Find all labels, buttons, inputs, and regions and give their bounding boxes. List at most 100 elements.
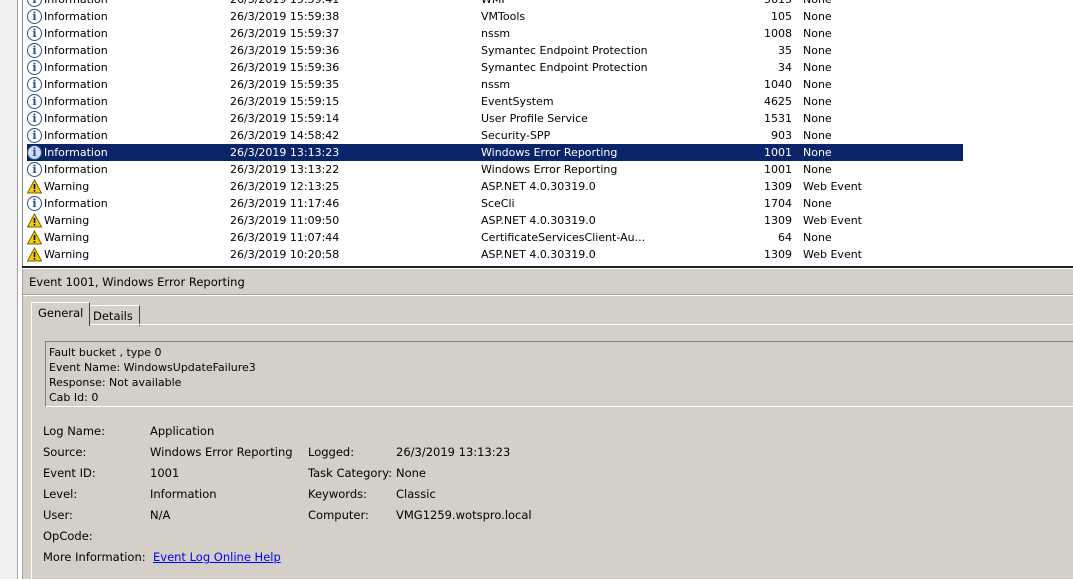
event-task-category: None [803,163,832,176]
information-icon: i [27,9,42,24]
event-level: Information [44,44,108,57]
event-source: Symantec Endpoint Protection [481,61,648,74]
event-date: 26/3/2019 11:17:46 [230,197,340,210]
description-line: Event Name: WindowsUpdateFailure3 [49,361,256,374]
value-event-id: 1001 [150,466,180,480]
event-row[interactable]: i Information 26/3/2019 13:13:22 Windows Er… [23,161,1073,178]
tab-general[interactable]: General [31,302,91,326]
value-task-category: None [396,466,427,480]
event-id: 64 [778,231,792,244]
value-source: Windows Error Reporting [150,445,293,459]
event-date: 26/3/2019 15:59:36 [230,44,340,57]
event-source: ASP.NET 4.0.30319.0 [481,248,596,261]
event-source: nssm [481,78,511,91]
event-level: Information [44,95,108,108]
event-task-category: None [803,95,832,108]
event-task-category: Web Event [803,214,862,227]
label-user: User: [43,508,73,522]
event-row[interactable]: i Information 26/3/2019 15:59:38 VMTools 105… [23,8,1073,25]
event-id: 1531 [764,112,792,125]
event-row[interactable]: Warning 26/3/2019 11:07:44 CertificateServ… [23,229,1073,246]
event-task-category: Web Event [803,180,862,193]
information-icon: i [27,26,42,41]
event-level: Information [44,112,108,125]
label-source: Source: [43,445,87,459]
event-date: 26/3/2019 15:59:36 [230,61,340,74]
event-task-category: None [803,231,832,244]
event-row[interactable]: i Information 26/3/2019 11:17:46 SceCli 1704… [23,195,1073,212]
event-row[interactable]: i Information 26/3/2019 15:59:36 Symantec E… [23,42,1073,59]
event-row[interactable]: i Information 26/3/2019 15:59:35 nssm 1040 No… [23,76,1073,93]
event-source: ASP.NET 4.0.30319.0 [481,180,596,193]
value-computer: VMG1259.wotspro.local [396,508,532,522]
label-opcode: OpCode: [43,529,93,543]
event-id: 4625 [764,95,792,108]
label-task-category: Task Category: [308,466,393,480]
event-level: Information [44,197,108,210]
event-task-category: Web Event [803,248,862,261]
event-task-category: None [803,112,832,125]
value-user: N/A [150,508,171,522]
event-id: 1001 [764,163,792,176]
event-row[interactable]: Warning 26/3/2019 10:20:58 ASP.NET 4.0.303… [23,246,1073,263]
event-level: Warning [44,214,90,227]
label-keywords: Keywords: [308,487,367,501]
event-level: Warning [44,231,90,244]
event-task-category: None [803,197,832,210]
event-row[interactable]: i Information 26/3/2019 15:59:37 nssm 1008 No… [23,25,1073,42]
event-id: 1040 [764,78,792,91]
event-level: Information [44,163,108,176]
splitter[interactable] [22,266,1073,268]
event-details-pane: Event 1001, Windows Error Reporting Gene… [22,269,1073,580]
information-icon: i [27,111,42,126]
event-task-category: None [803,61,832,74]
event-source: CertificateServicesClient-Au... [481,231,646,244]
information-icon: i [27,43,42,58]
information-icon: i [27,128,42,143]
event-id: 1704 [764,197,792,210]
description-line: Fault bucket , type 0 [49,346,162,359]
event-id: 105 [771,10,792,23]
information-icon: i [27,94,42,109]
event-description[interactable]: Fault bucket , type 0 Event Name: Window… [45,341,1073,407]
event-date: 26/3/2019 11:07:44 [230,231,340,244]
event-list[interactable]: iInformation26/3/2019 15:59:41WMI5615Non… [22,0,1073,267]
event-date: 26/3/2019 11:09:50 [230,214,340,227]
label-computer: Computer: [308,508,369,522]
event-date: 26/3/2019 14:58:42 [230,129,340,142]
event-task-category: None [803,129,832,142]
value-logged: 26/3/2019 13:13:23 [396,445,511,459]
event-date: 26/3/2019 13:13:22 [230,163,340,176]
event-date: 26/3/2019 10:20:58 [230,248,340,261]
event-log-online-help-link[interactable]: Event Log Online Help [153,550,281,564]
event-source: Symantec Endpoint Protection [481,44,648,57]
event-row[interactable]: i Information 26/3/2019 15:59:14 User Profi… [23,110,1073,127]
event-row[interactable]: i Information 26/3/2019 15:59:15 EventSyste… [23,93,1073,110]
event-level: Information [44,0,108,8]
warning-icon [27,230,42,245]
window-left-edge [0,0,17,579]
event-level: Warning [44,180,90,193]
warning-icon [27,213,42,228]
event-id: 1001 [764,146,792,159]
label-logged: Logged: [308,445,355,459]
value-level: Information [150,487,217,501]
event-level: Information [44,78,108,91]
event-row[interactable]: i Information 26/3/2019 14:58:42 Security-S… [23,127,1073,144]
description-line: Cab Id: 0 [49,391,99,404]
window-left-border [17,0,18,579]
event-row[interactable]: i Information 26/3/2019 15:59:36 Symantec E… [23,59,1073,76]
event-row-selected[interactable]: i Information 26/3/2019 13:13:23 Windows Er… [23,144,1073,161]
event-row[interactable]: Warning 26/3/2019 11:09:50 ASP.NET 4.0.303… [23,212,1073,229]
event-row[interactable]: Warning 26/3/2019 12:13:25 ASP.NET 4.0.303… [23,178,1073,195]
event-id: 1309 [764,248,792,261]
event-level: Information [44,61,108,74]
event-task-category: None [803,78,832,91]
label-more-information: More Information: [43,550,146,564]
tab-details[interactable]: Details [86,305,140,326]
event-date: 26/3/2019 15:59:14 [230,112,340,125]
event-task-category: None [803,0,832,8]
information-icon: i [27,60,42,75]
event-row[interactable]: iInformation 26/3/2019 15:59:41 WMI 5615 Non… [23,0,1073,8]
information-icon: i [27,162,42,177]
